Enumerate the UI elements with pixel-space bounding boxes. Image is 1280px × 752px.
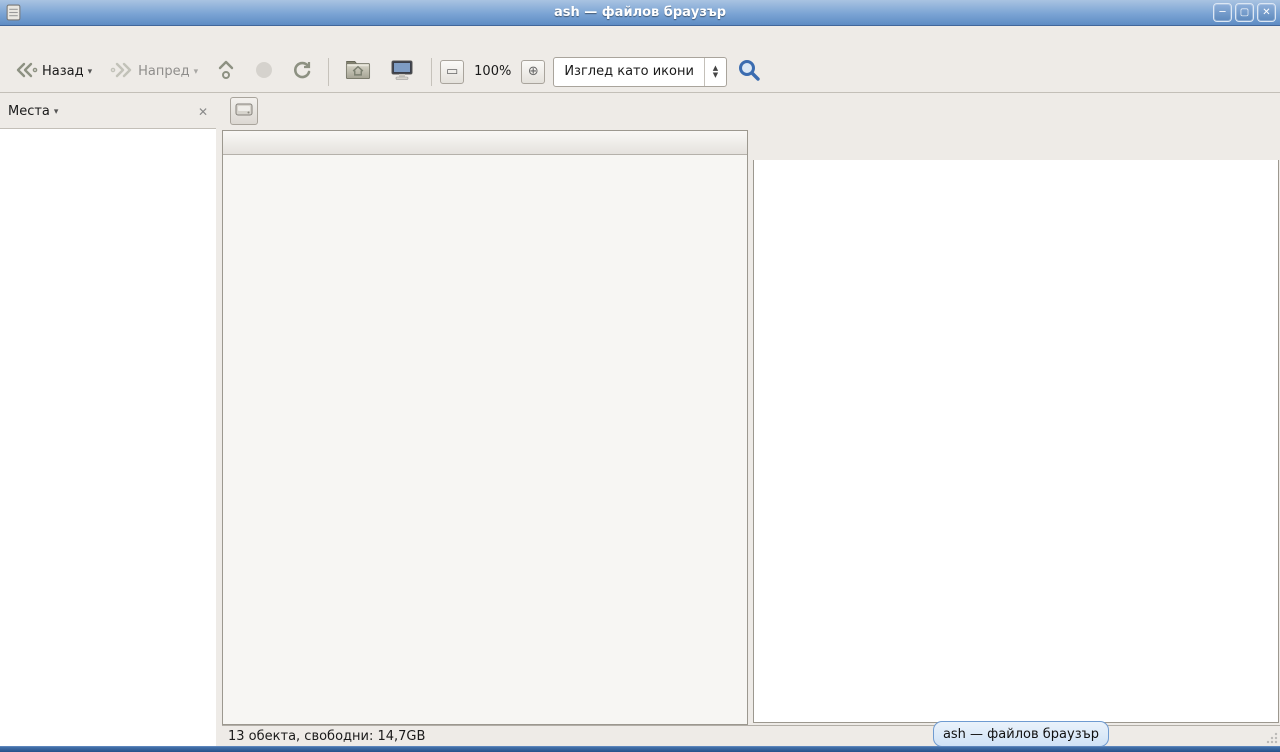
forward-button[interactable]: Напред ▾ [102, 55, 206, 89]
taskbar-strip [0, 746, 1280, 752]
places-header: Места ▾ ✕ [0, 95, 216, 128]
file-browser-window: ash — файлов браузър ─ ▢ ✕ Назад ▾ Напре… [0, 0, 1280, 752]
view-mode-spinner-icon[interactable]: ▲▼ [704, 58, 726, 86]
view-mode-select[interactable]: Изглед като икони ▲▼ [553, 57, 727, 87]
up-button[interactable] [208, 55, 244, 89]
places-label: Места [8, 104, 50, 119]
drive-icon [235, 102, 253, 121]
maximize-button-icon[interactable]: ▢ [1235, 3, 1254, 22]
computer-button[interactable] [381, 55, 423, 89]
tree-pane-pathbar [222, 95, 748, 130]
stop-button[interactable] [246, 55, 282, 89]
status-text: 13 обекта, свободни: 14,7GB [228, 729, 425, 744]
titlebar[interactable]: ash — файлов браузър ─ ▢ ✕ [0, 0, 1280, 26]
menubar [0, 26, 1280, 51]
minimize-button-icon[interactable]: ─ [1213, 3, 1232, 22]
tab-bar [752, 130, 1280, 160]
icon-view[interactable] [753, 160, 1279, 723]
window-title: ash — файлов браузър [0, 5, 1280, 20]
app-icon [5, 4, 22, 21]
root-drive-button[interactable] [230, 97, 258, 125]
search-icon [737, 58, 761, 86]
zoom-out-button[interactable]: ▭ [440, 60, 464, 84]
table-header [223, 131, 747, 155]
back-label: Назад [42, 64, 84, 79]
zoom-level: 100% [466, 64, 519, 79]
places-sidebar [0, 128, 216, 746]
close-button-icon[interactable]: ✕ [1257, 3, 1276, 22]
places-close-icon[interactable]: ✕ [198, 105, 208, 119]
back-button[interactable]: Назад ▾ [6, 55, 100, 89]
computer-icon [389, 59, 415, 85]
back-dropdown-icon[interactable]: ▾ [88, 67, 93, 77]
toolbar-separator [431, 58, 432, 86]
up-icon [216, 59, 236, 85]
taskbar-window-label: ash — файлов браузър [943, 727, 1099, 742]
places-selector[interactable]: Места ▾ [8, 104, 58, 119]
back-icon [14, 61, 38, 83]
resize-grip[interactable] [1266, 732, 1278, 744]
places-dropdown-icon: ▾ [54, 107, 59, 117]
toolbar-separator [328, 58, 329, 86]
home-icon [345, 59, 371, 85]
search-button[interactable] [729, 55, 769, 89]
breadcrumb [752, 95, 1280, 130]
stop-icon [254, 60, 274, 84]
view-mode-value: Изглед като икони [554, 64, 704, 79]
forward-icon [110, 61, 134, 83]
reload-icon [292, 60, 312, 84]
zoom-in-button[interactable]: ⊕ [521, 60, 545, 84]
taskbar-window-button[interactable]: ash — файлов браузър [933, 721, 1109, 747]
reload-button[interactable] [284, 55, 320, 89]
toolbar: Назад ▾ Напред ▾ ▭ 100% ⊕ Изглед като ик… [0, 51, 1280, 93]
home-button[interactable] [337, 55, 379, 89]
statusbar: 13 обекта, свободни: 14,7GB [222, 725, 1280, 746]
file-list-pane [222, 130, 748, 725]
forward-dropdown-icon: ▾ [194, 67, 199, 77]
forward-label: Напред [138, 64, 189, 79]
